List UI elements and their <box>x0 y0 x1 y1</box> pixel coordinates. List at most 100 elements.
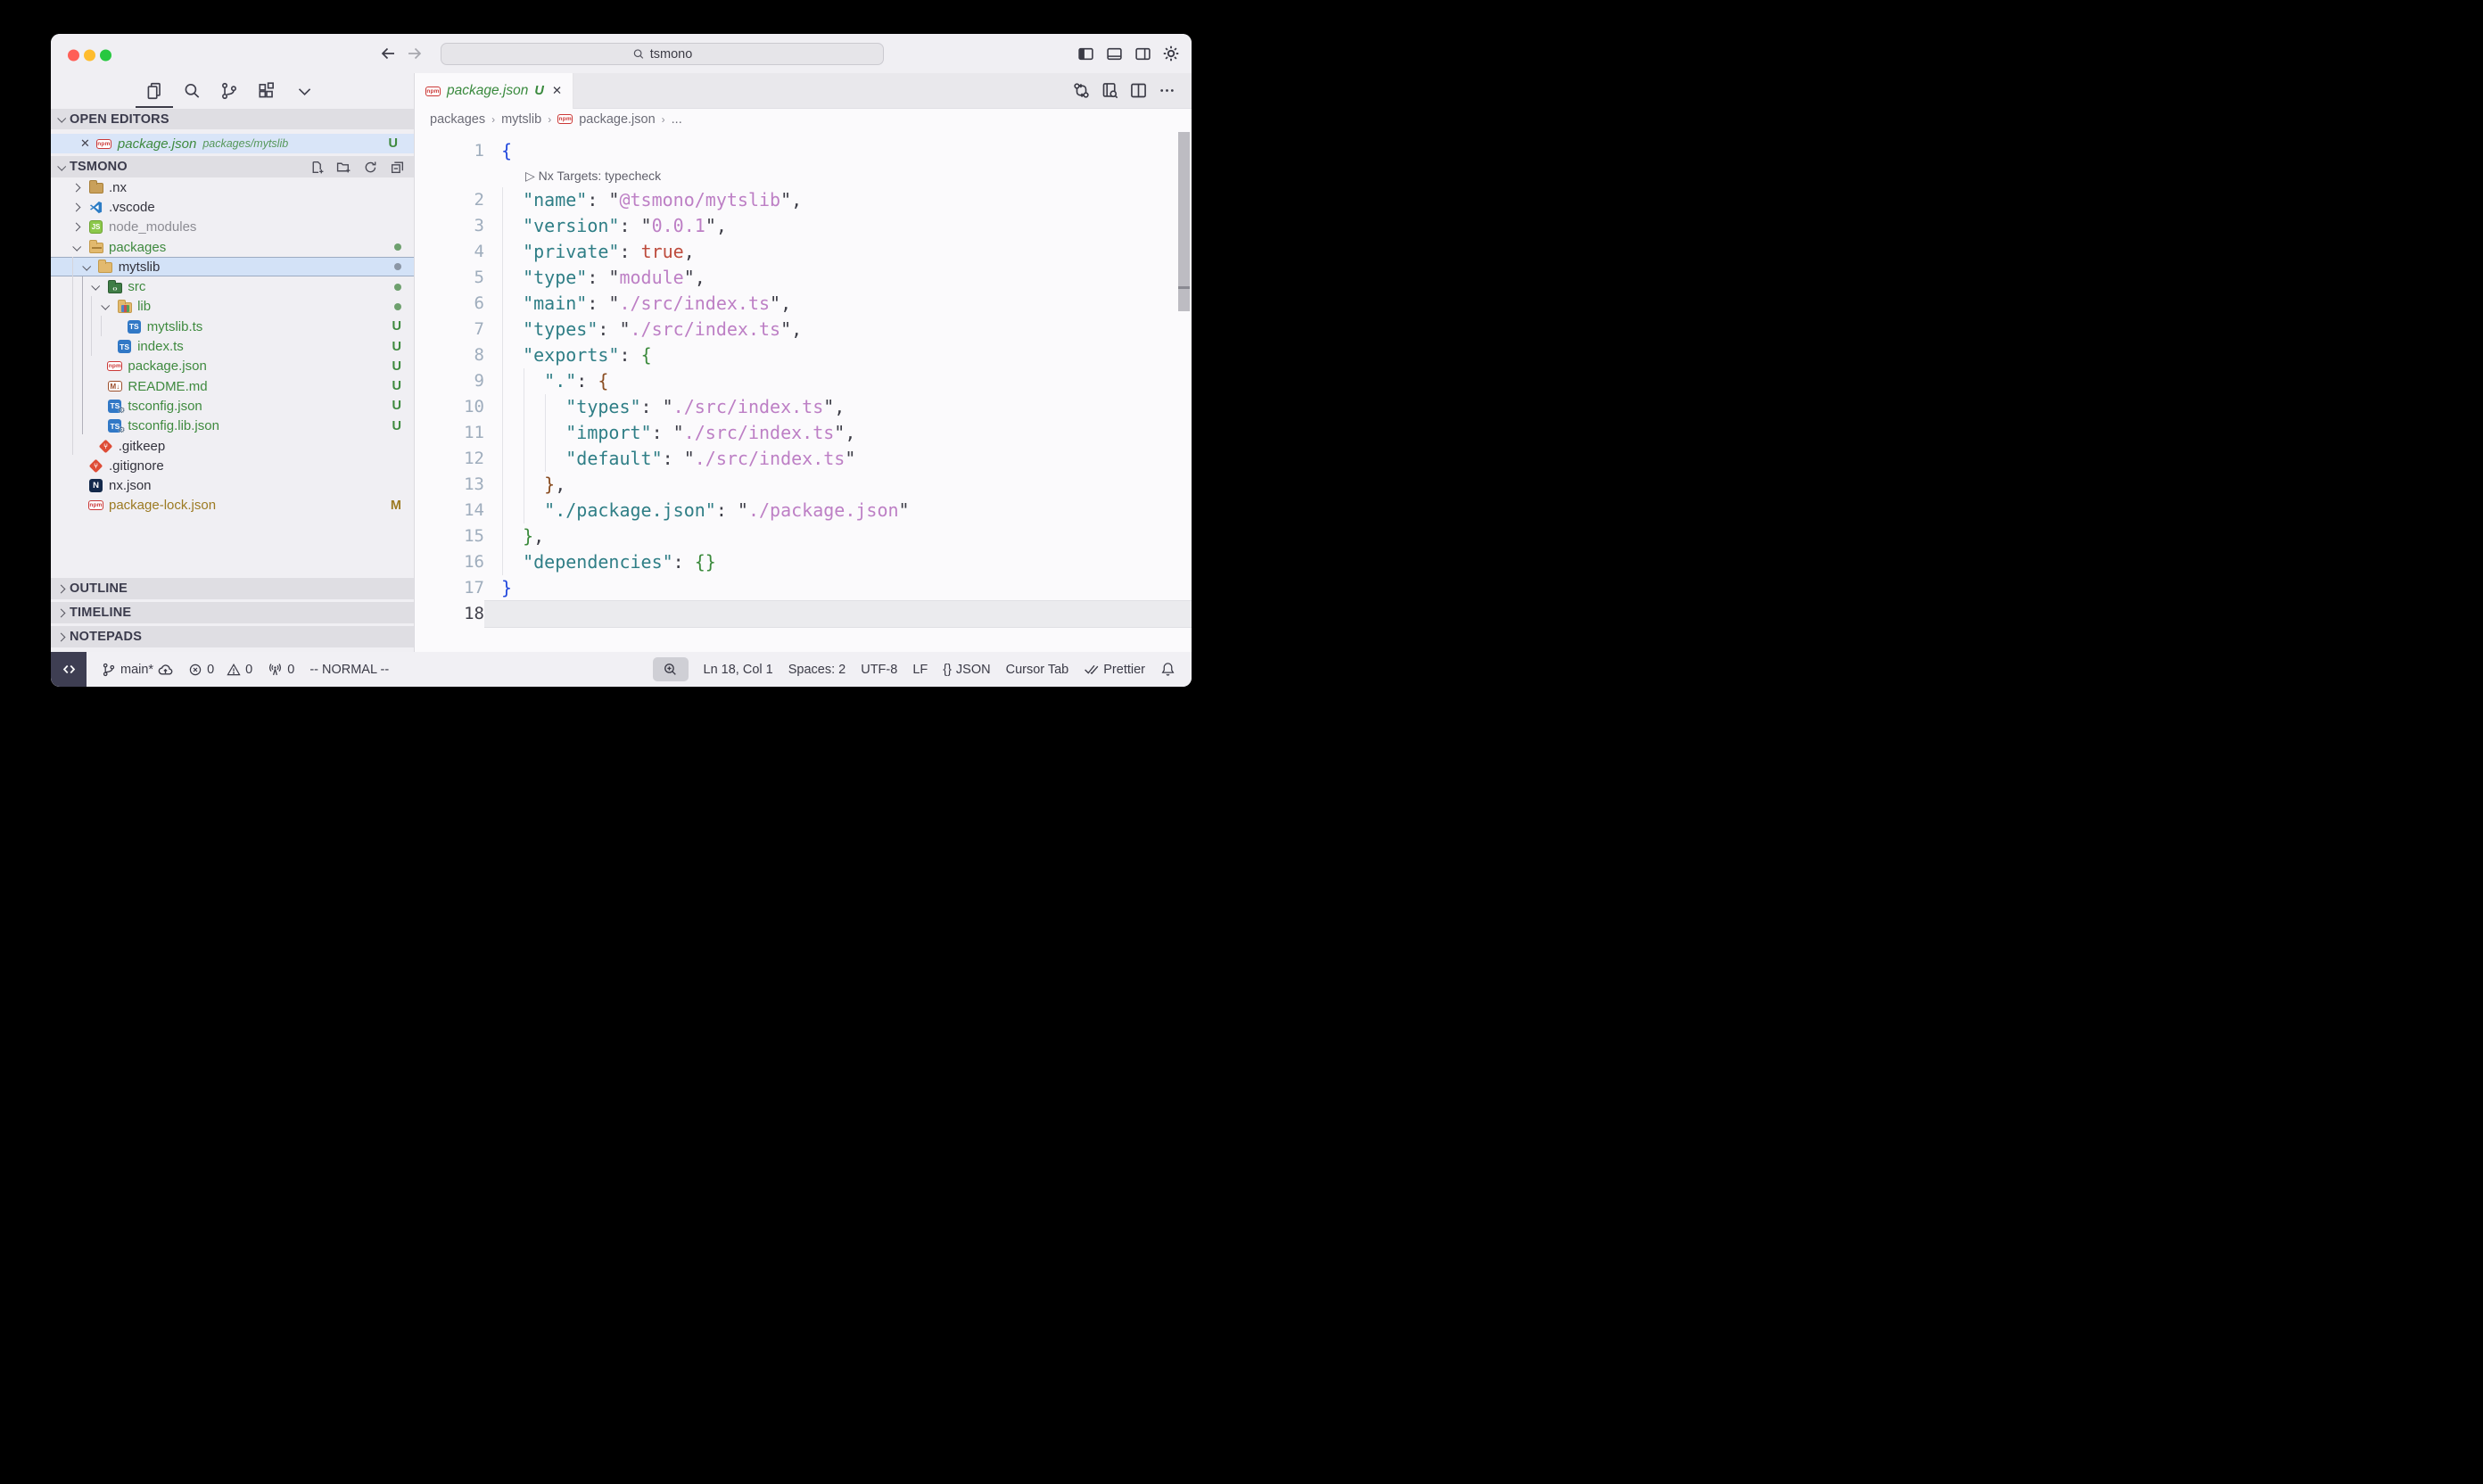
open-editor-item[interactable]: ✕ npm package.json packages/mytslib U <box>51 134 414 153</box>
tree-item-tsconfig-json[interactable]: TS⚙tsconfig.jsonU <box>51 396 414 416</box>
minimize-window-button[interactable] <box>84 49 95 61</box>
formatter-status[interactable]: Prettier <box>1084 662 1145 677</box>
tree-item-node-modules[interactable]: JSnode_modules <box>51 218 414 237</box>
eol-status[interactable]: LF <box>912 663 928 677</box>
toggle-secondary-sidebar-icon[interactable] <box>1133 44 1152 63</box>
line-number: 11 <box>415 420 484 446</box>
chevron-down-icon <box>82 262 91 271</box>
command-center-search[interactable]: tsmono <box>441 43 884 65</box>
line-content: "name": "@tsmono/mytslib", <box>484 187 1192 213</box>
more-views-chevron-icon[interactable] <box>294 81 314 101</box>
back-arrow-icon[interactable] <box>379 45 397 62</box>
remote-indicator[interactable] <box>51 652 87 687</box>
code-line-14[interactable]: 14 "./package.json": "./package.json" <box>415 498 1192 524</box>
outline-section-header[interactable]: OUTLINE <box>51 578 414 599</box>
code-line-15[interactable]: 15 }, <box>415 524 1192 549</box>
source-control-view-icon[interactable] <box>219 81 239 101</box>
line-number: 3 <box>415 213 484 239</box>
tree-item-label: tsconfig.lib.json <box>128 418 219 433</box>
tree-item-package-json[interactable]: npmpackage.jsonU <box>51 357 414 376</box>
code-line-7[interactable]: 7 "types": "./src/index.ts", <box>415 317 1192 342</box>
code-line-11[interactable]: 11 "import": "./src/index.ts", <box>415 420 1192 446</box>
breadcrumb-item[interactable]: mytslib <box>501 112 541 127</box>
split-editor-icon[interactable] <box>1129 81 1149 101</box>
ports-status[interactable]: 0 <box>268 662 294 677</box>
code-line-1[interactable]: 1{ <box>415 138 1192 164</box>
tree-item-package-lock-json[interactable]: npmpackage-lock.jsonM <box>51 496 414 515</box>
toggle-panel-icon[interactable] <box>1104 44 1124 63</box>
cursor-tab-status[interactable]: Cursor Tab <box>1006 663 1069 677</box>
git-branch-status[interactable]: main* <box>102 662 173 677</box>
timeline-section-header[interactable]: TIMELINE <box>51 602 414 623</box>
code-editor[interactable]: 1{▷ Nx Targets: typecheck2 "name": "@tsm… <box>415 129 1192 652</box>
new-folder-icon[interactable] <box>336 160 351 175</box>
tree-item-label: .vscode <box>109 200 155 215</box>
chevron-right-icon <box>57 608 66 617</box>
tree-item-tsconfig-lib-json[interactable]: TS⚙tsconfig.lib.jsonU <box>51 416 414 436</box>
code-line-12[interactable]: 12 "default": "./src/index.ts" <box>415 446 1192 472</box>
explorer-view-icon[interactable] <box>144 81 164 101</box>
code-line-5[interactable]: 5 "type": "module", <box>415 265 1192 291</box>
search-view-icon[interactable] <box>182 81 202 101</box>
notepads-section-header[interactable]: NOTEPADS <box>51 626 414 647</box>
encoding-status[interactable]: UTF-8 <box>861 663 897 677</box>
language-mode-status[interactable]: {} JSON <box>943 663 990 677</box>
tree-item-index-ts[interactable]: TSindex.tsU <box>51 336 414 356</box>
extensions-view-icon[interactable] <box>257 81 276 101</box>
toggle-primary-sidebar-icon[interactable] <box>1076 44 1095 63</box>
tree-item--vscode[interactable]: .vscode <box>51 197 414 217</box>
open-editors-header[interactable]: OPEN EDITORS <box>51 109 414 129</box>
tree-item--gitkeep[interactable]: ⑂.gitkeep <box>51 436 414 456</box>
codelens-run-target[interactable]: ▷ Nx Targets: typecheck <box>415 164 1192 187</box>
forward-arrow-icon[interactable] <box>406 45 424 62</box>
tree-item-lib[interactable]: lib <box>51 297 414 317</box>
cursor-position-status[interactable]: Ln 18, Col 1 <box>704 663 773 677</box>
code-line-4[interactable]: 4 "private": true, <box>415 239 1192 265</box>
editor-scrollbar-thumb[interactable] <box>1178 132 1190 311</box>
new-file-icon[interactable] <box>309 160 325 175</box>
refresh-icon[interactable] <box>363 160 378 175</box>
code-line-6[interactable]: 6 "main": "./src/index.ts", <box>415 291 1192 317</box>
more-actions-icon[interactable] <box>1158 81 1177 101</box>
settings-gear-icon[interactable] <box>1161 44 1181 63</box>
git-status-dot <box>394 284 401 291</box>
breadcrumb-item[interactable]: package.json <box>579 112 655 127</box>
collapse-all-icon[interactable] <box>390 160 405 175</box>
tree-item--gitignore[interactable]: ⑂.gitignore <box>51 456 414 475</box>
indentation-status[interactable]: Spaces: 2 <box>788 663 846 677</box>
close-tab-icon[interactable]: ✕ <box>552 84 562 98</box>
tree-item-nx-json[interactable]: Nnx.json <box>51 475 414 495</box>
notifications-bell-icon[interactable] <box>1160 662 1176 677</box>
maximize-window-button[interactable] <box>100 49 111 61</box>
code-line-17[interactable]: 17} <box>415 575 1192 601</box>
chevron-right-icon <box>72 223 81 232</box>
tree-item-readme-md[interactable]: M↓README.mdU <box>51 376 414 396</box>
status-bar: main* 0 0 0 -- NORMAL -- Ln 18, Col 1 Sp… <box>51 652 1192 687</box>
close-window-button[interactable] <box>68 49 79 61</box>
code-line-3[interactable]: 3 "version": "0.0.1", <box>415 213 1192 239</box>
tree-item-label: tsconfig.json <box>128 399 202 414</box>
code-line-8[interactable]: 8 "exports": { <box>415 342 1192 368</box>
code-line-9[interactable]: 9 ".": { <box>415 368 1192 394</box>
code-line-10[interactable]: 10 "types": "./src/index.ts", <box>415 394 1192 420</box>
code-line-2[interactable]: 2 "name": "@tsmono/mytslib", <box>415 187 1192 213</box>
breadcrumb-item[interactable]: packages <box>430 112 485 127</box>
tree-item-mytslib-ts[interactable]: TSmytslib.tsU <box>51 317 414 336</box>
code-line-18[interactable]: 18 <box>415 601 1192 627</box>
code-line-13[interactable]: 13 }, <box>415 472 1192 498</box>
open-preview-icon[interactable] <box>1101 81 1120 101</box>
close-editor-icon[interactable]: ✕ <box>80 136 90 151</box>
zoom-indicator[interactable] <box>653 657 689 681</box>
tree-item-src[interactable]: ‹›src <box>51 276 414 296</box>
tree-item-packages[interactable]: packages <box>51 237 414 257</box>
tree-item--nx[interactable]: .nx <box>51 177 414 197</box>
tab-package-json[interactable]: npm package.json U ✕ <box>415 73 573 109</box>
workspace-folder-header[interactable]: TSMONO <box>51 156 414 177</box>
vim-mode-indicator[interactable]: -- NORMAL -- <box>309 663 389 677</box>
compare-changes-icon[interactable] <box>1072 81 1092 101</box>
breadcrumb-item[interactable]: ... <box>672 112 682 127</box>
tree-item-mytslib[interactable]: mytslib <box>51 257 414 276</box>
problems-status[interactable]: 0 0 <box>188 663 252 677</box>
tree-item-label: mytslib.ts <box>147 319 203 334</box>
code-line-16[interactable]: 16 "dependencies": {} <box>415 549 1192 575</box>
